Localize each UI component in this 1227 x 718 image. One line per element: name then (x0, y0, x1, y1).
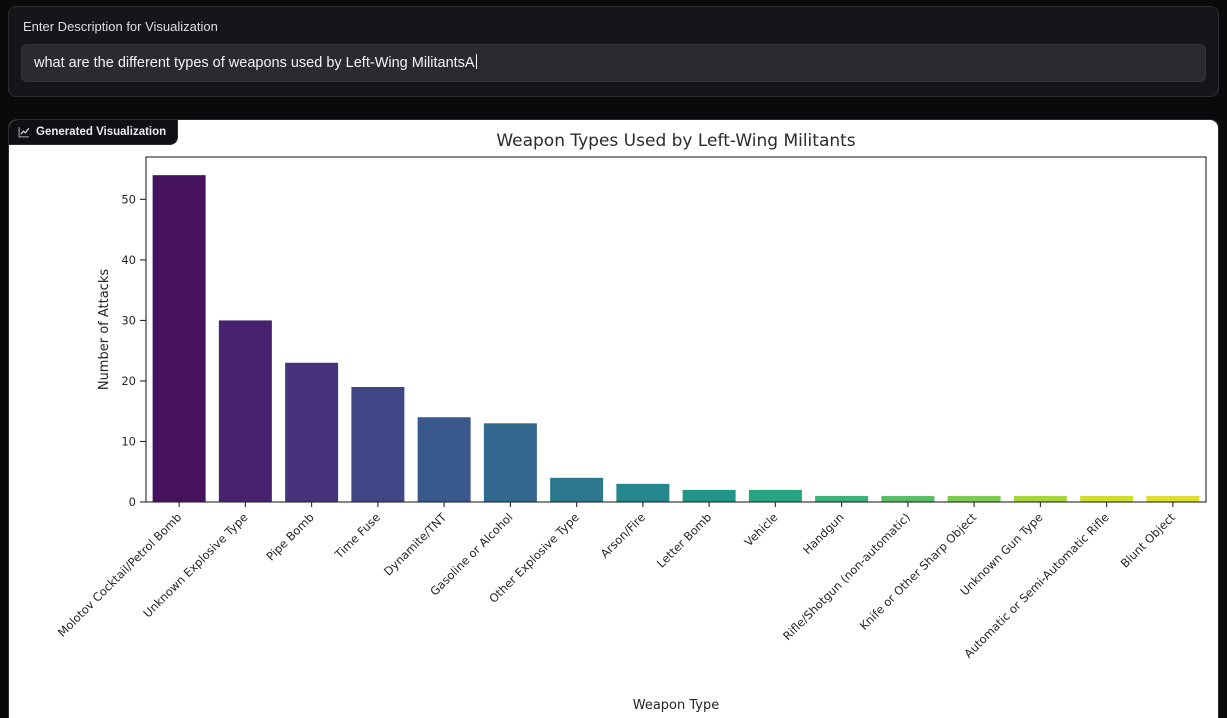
y-tick-label: 20 (121, 374, 136, 388)
x-tick-label: Molotov Cocktail/Petrol Bomb (55, 510, 184, 639)
y-tick-label: 50 (121, 192, 136, 206)
bar-10 (815, 495, 869, 502)
chart-title: Weapon Types Used by Left-Wing Militants (496, 131, 855, 151)
x-tick-label: Arson/Fire (598, 510, 648, 560)
bar-chart: 0 10 20 30 40 50 Molotov Cocktail/Petrol Bomb U… (9, 120, 1218, 718)
output-label: Generated Visualization (9, 120, 179, 145)
bar-1 (218, 320, 272, 502)
y-tick-label: 40 (121, 253, 136, 267)
bar-6 (550, 477, 604, 502)
chart-icon (18, 126, 30, 138)
y-axis-label: Number of Attacks (97, 269, 112, 391)
bar-12 (947, 495, 1001, 502)
bar-15 (1146, 495, 1200, 502)
x-tick-label: Vehicle (742, 510, 781, 549)
app: Enter Description for Visualization what… (0, 0, 1227, 718)
bar-3 (351, 387, 405, 502)
x-tick-label: Knife or Other Sharp Object (857, 510, 980, 633)
x-tick-label: Dynamite/TNT (381, 510, 450, 579)
x-tick-label: Blunt Object (1118, 510, 1179, 571)
prompt-section: Enter Description for Visualization what… (8, 6, 1219, 97)
x-tick-label: Time Fuse (331, 510, 383, 562)
x-tick-label: Automatic or Semi-Automatic Rifle (961, 510, 1112, 661)
bar-2 (285, 362, 339, 502)
bar-11 (881, 495, 935, 502)
bar-8 (682, 489, 736, 502)
bar-9 (748, 489, 802, 502)
bar-4 (417, 417, 471, 502)
bar-0 (152, 175, 206, 502)
y-tick-label: 0 (129, 495, 136, 509)
x-axis-label: Weapon Type (633, 698, 720, 713)
visualization-panel: Generated Visualization 0 10 20 30 40 50 Molot… (8, 119, 1219, 718)
bar-13 (1013, 495, 1067, 502)
x-tick-label: Handgun (800, 510, 847, 557)
bar-chart-svg: 01020304050Molotov Cocktail/Petrol BombU… (55, 131, 1207, 713)
bar-5 (483, 423, 537, 502)
x-tick-label: Rifle/Shotgun (non-automatic) (780, 510, 913, 643)
x-tick-label: Letter Bomb (654, 510, 714, 570)
y-tick-label: 30 (121, 313, 136, 327)
prompt-label: Enter Description for Visualization (23, 19, 218, 34)
prompt-input-value: what are the different types of weapons … (34, 55, 475, 71)
output-label-text: Generated Visualization (36, 126, 167, 138)
prompt-input[interactable]: what are the different types of weapons … (21, 44, 1206, 82)
bar-7 (616, 483, 670, 502)
bar-14 (1080, 495, 1134, 502)
y-tick-label: 10 (121, 434, 136, 448)
x-tick-label: Pipe Bomb (263, 510, 316, 563)
text-cursor (475, 54, 478, 69)
